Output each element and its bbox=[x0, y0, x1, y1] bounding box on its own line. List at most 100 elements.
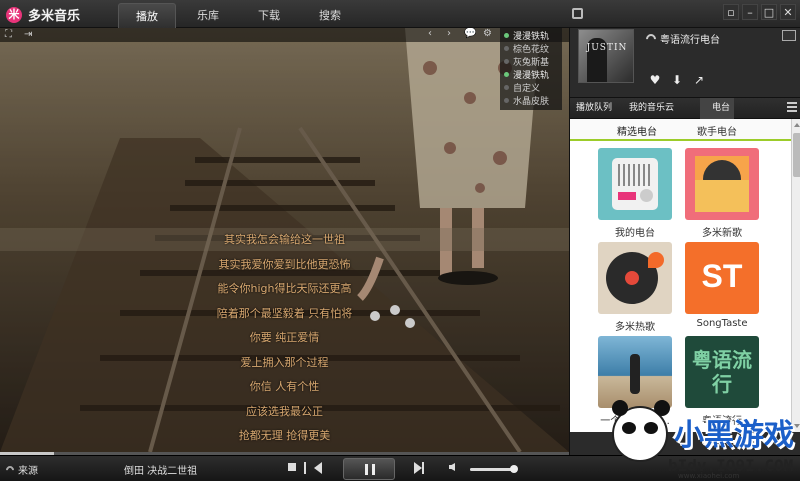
lyric-line: 其实我爱你爱到比他更恐怖 bbox=[218, 257, 351, 271]
station-name[interactable]: 粤语流行电台 bbox=[643, 31, 720, 46]
skin-label: 自定义 bbox=[513, 84, 541, 94]
tab-download[interactable]: 下载 bbox=[240, 3, 298, 28]
prev-skin-icon[interactable]: ‹ bbox=[428, 28, 432, 39]
tab-play[interactable]: 播放 bbox=[118, 3, 176, 28]
pause-button[interactable] bbox=[343, 458, 395, 480]
active-dot-icon bbox=[504, 33, 509, 38]
radio-icon bbox=[643, 31, 659, 46]
skin-label: 漫漫铁轨 bbox=[513, 71, 550, 81]
scroll-thumb[interactable] bbox=[793, 133, 800, 177]
volume-slider[interactable] bbox=[470, 468, 514, 471]
watermark-url-small: www.xiaohei.com bbox=[678, 472, 740, 480]
radio-tile-songtaste[interactable]: ST SongTaste bbox=[685, 242, 759, 329]
album-cover[interactable]: JUSTIN bbox=[578, 29, 634, 83]
player-area: ⛶ ⇥ ‹ › 💬 ⚙ 漫漫铁轨 棕色花纹 灰兔斯基 漫漫铁轨 自定义 水晶皮肤… bbox=[0, 28, 569, 452]
my-radio-icon bbox=[598, 148, 672, 220]
close-button[interactable]: ✕ bbox=[780, 4, 796, 20]
right-panel: JUSTIN 粤语流行电台 ♥ ⬇ ↗ 播放队列 我的音乐云 电台 精选电台 歌… bbox=[569, 28, 800, 455]
sub-tabs: 播放队列 我的音乐云 电台 bbox=[570, 97, 800, 119]
radio-tile-new-songs[interactable]: 多米新歌 bbox=[685, 148, 759, 239]
next-button[interactable] bbox=[414, 462, 424, 474]
tab-music-cloud[interactable]: 我的音乐云 bbox=[625, 98, 678, 119]
cantopop-icon: 粤语流行 bbox=[685, 336, 759, 408]
lyric-line: 抢都无理 抢得更美 bbox=[238, 429, 331, 442]
next-skin-icon[interactable]: › bbox=[447, 28, 451, 39]
lyric-line: 应该选我最公正 bbox=[246, 404, 323, 418]
skin-item[interactable]: 灰兔斯基 bbox=[500, 55, 562, 68]
collapse-panel-icon[interactable] bbox=[782, 30, 796, 41]
panda-logo bbox=[612, 400, 670, 462]
stop-button[interactable] bbox=[288, 463, 296, 471]
watermark-title: 小黑游戏 bbox=[674, 418, 794, 453]
mini-mode-button[interactable]: ▫ bbox=[723, 4, 739, 20]
app-logo: 米 多米音乐 bbox=[6, 5, 80, 24]
skin-item[interactable]: 漫漫铁轨 bbox=[500, 68, 562, 81]
source-button[interactable]: 来源 bbox=[4, 462, 38, 477]
now-playing-text: 倒田 决战二世祖 bbox=[124, 466, 198, 477]
radio-scrollbar[interactable] bbox=[791, 119, 800, 432]
tab-radio[interactable]: 电台 bbox=[700, 98, 735, 119]
track-actions: ♥ ⬇ ↗ bbox=[648, 73, 714, 87]
dot-icon bbox=[504, 46, 509, 51]
tile-label: 多米新歌 bbox=[702, 228, 742, 239]
tab-artist-radio[interactable]: 歌手电台 bbox=[697, 123, 737, 138]
radio-tile-alone[interactable]: 一个人整整个... bbox=[598, 336, 672, 427]
lyric-line: 爱上拥入那个过程 bbox=[240, 355, 329, 369]
tab-play-queue[interactable]: 播放队列 bbox=[572, 98, 616, 119]
volume-icon[interactable] bbox=[449, 463, 455, 471]
hot-songs-icon bbox=[598, 242, 672, 314]
exit-icon[interactable] bbox=[572, 8, 583, 19]
tab-search[interactable]: 搜索 bbox=[301, 3, 359, 28]
dot-icon bbox=[504, 98, 509, 103]
dot-icon bbox=[504, 85, 509, 90]
source-icon bbox=[4, 463, 16, 476]
dot-icon bbox=[504, 59, 509, 64]
skin-label: 棕色花纹 bbox=[513, 45, 550, 55]
skin-item[interactable]: 水晶皮肤 bbox=[500, 94, 562, 107]
lyric-line: 你要 纯正爱情 bbox=[249, 331, 320, 344]
radio-panel: 精选电台 歌手电台 我的电台 多米新歌 多米热歌 ST SongTaste 粤语… bbox=[570, 119, 791, 432]
list-menu-icon[interactable] bbox=[787, 102, 797, 112]
main-tabs: 播放 乐库 下载 搜索 bbox=[118, 3, 362, 28]
alone-icon bbox=[598, 336, 672, 408]
scroll-up-icon[interactable] bbox=[794, 123, 800, 127]
tile-label: 多米热歌 bbox=[615, 322, 655, 333]
player-toolbar: ⛶ ⇥ ‹ › 💬 ⚙ bbox=[0, 28, 569, 42]
active-dot-icon bbox=[504, 72, 509, 77]
tile-label: SongTaste bbox=[696, 318, 748, 329]
like-icon[interactable]: ♥ bbox=[648, 73, 662, 87]
lyric-line: 你信 人有个性 bbox=[249, 380, 320, 393]
tab-library[interactable]: 乐库 bbox=[179, 3, 237, 28]
skin-label: 灰兔斯基 bbox=[513, 58, 550, 68]
lyrics-panel: 其实我怎会输给这一世祖 其实我爱你爱到比他更恐怖 能令你high得比天际还更高 … bbox=[0, 228, 569, 449]
settings-icon[interactable]: ⚙ bbox=[483, 28, 492, 39]
app-name: 多米音乐 bbox=[28, 9, 81, 24]
comment-icon[interactable]: 💬 bbox=[464, 28, 476, 39]
maximize-button[interactable]: □ bbox=[761, 4, 777, 20]
tab-featured-radio[interactable]: 精选电台 bbox=[617, 123, 657, 138]
radio-tile-hot-songs[interactable]: 多米热歌 bbox=[598, 242, 672, 333]
skin-item[interactable]: 棕色花纹 bbox=[500, 42, 562, 55]
skin-current[interactable]: 漫漫铁轨 bbox=[500, 29, 562, 42]
skin-label: 水晶皮肤 bbox=[513, 97, 550, 107]
volume-knob[interactable] bbox=[510, 465, 518, 473]
share-icon[interactable]: ↗ bbox=[692, 73, 706, 87]
skin-current-label: 漫漫铁轨 bbox=[513, 32, 550, 42]
tile-label: 我的电台 bbox=[615, 228, 655, 239]
radio-tile-cantopop[interactable]: 粤语流行 粤语流行 bbox=[685, 336, 759, 427]
previous-button[interactable] bbox=[304, 462, 322, 474]
lyric-line: 陪着那个最坚毅着 只有怕将 bbox=[216, 306, 353, 320]
songtaste-icon: ST bbox=[685, 242, 759, 314]
download-icon[interactable]: ⬇ bbox=[670, 73, 684, 87]
skin-menu: 漫漫铁轨 棕色花纹 灰兔斯基 漫漫铁轨 自定义 水晶皮肤 bbox=[500, 28, 562, 110]
volume-fill bbox=[470, 468, 512, 471]
fullscreen-icon[interactable]: ⛶ bbox=[5, 29, 12, 40]
pin-icon[interactable]: ⇥ bbox=[24, 29, 32, 40]
minimize-button[interactable]: – bbox=[742, 4, 758, 20]
site-watermark: 小黑游戏 bIdv.IO9I.COM www.xiaohei.com bbox=[608, 400, 800, 481]
radio-tile-my-radio[interactable]: 我的电台 bbox=[598, 148, 672, 239]
radio-tabs: 精选电台 歌手电台 bbox=[570, 119, 791, 141]
skin-item[interactable]: 自定义 bbox=[500, 81, 562, 94]
title-bar: 米 多米音乐 播放 乐库 下载 搜索 ▫ – □ ✕ bbox=[0, 0, 800, 28]
window-controls: ▫ – □ ✕ bbox=[720, 4, 796, 20]
